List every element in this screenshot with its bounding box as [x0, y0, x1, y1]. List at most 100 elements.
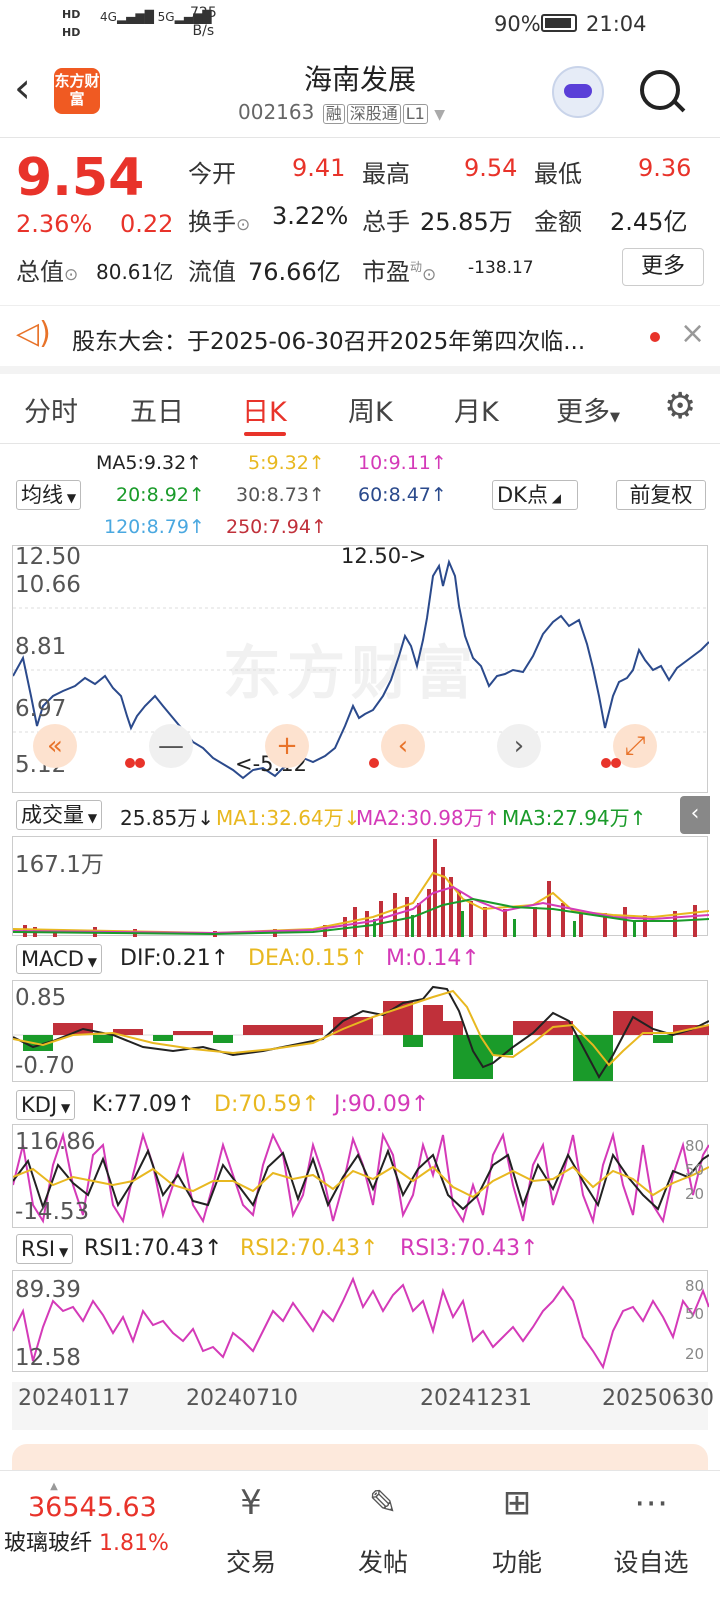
low-value: 9.36	[638, 154, 692, 182]
tab-monthly-k[interactable]: 月K	[454, 390, 499, 429]
rsi-level-50: 50	[685, 1305, 705, 1323]
volume-label: 总手	[362, 208, 410, 236]
pe-label: 市盈动⊙	[362, 258, 437, 286]
dropdown-icon: ▼	[434, 107, 445, 123]
ma-select[interactable]: 均线 ▼	[16, 480, 82, 510]
event-dot	[369, 758, 379, 768]
macd-m: M:0.14↑	[386, 946, 480, 971]
info-icon[interactable]: ⊙	[236, 215, 250, 235]
clock: 21:04	[586, 12, 647, 36]
kdj-j: J:90.09↑	[334, 1092, 430, 1117]
price-axis-4: 6.97	[15, 696, 67, 722]
quote-panel: 9.54 2.36% 0.22 今开 9.41 最高 9.54 最低 9.36 …	[0, 138, 720, 306]
dk-point-select[interactable]: DK点 ◢	[492, 480, 578, 510]
post-button[interactable]: ✎ 发帖	[318, 1471, 448, 1579]
add-watchlist-button[interactable]: ⋯ 设自选	[586, 1471, 716, 1579]
info-icon[interactable]: ⊙	[64, 265, 78, 285]
open-label: 今开	[188, 160, 236, 188]
price-line-chart	[13, 558, 709, 780]
date-axis: 20240117 20240710 20241231 20250630	[12, 1382, 714, 1430]
rsi-select[interactable]: RSI ▼	[16, 1234, 74, 1264]
close-icon[interactable]: ×	[680, 316, 705, 351]
zoom-in-icon[interactable]: +	[265, 724, 309, 768]
tab-minute[interactable]: 分时	[24, 390, 78, 429]
volume-chart[interactable]: 167.1万	[12, 836, 709, 937]
macd-dea: DEA:0.15↑	[248, 946, 369, 971]
tab-weekly-k[interactable]: 周K	[348, 390, 393, 429]
macd-histogram-pos	[53, 1001, 709, 1035]
event-dot	[135, 758, 145, 768]
date-label: 20250630	[602, 1386, 714, 1411]
collapse-panel-button[interactable]: ‹	[680, 796, 710, 834]
level-tag: L1	[402, 104, 428, 124]
robot-assistant-icon[interactable]	[552, 66, 604, 118]
rsi-level-20: 20	[685, 1345, 705, 1363]
mktcap-value: 80.61亿	[96, 260, 174, 284]
zoom-out-icon[interactable]: —	[149, 724, 193, 768]
rsi-2: RSI2:70.43↑	[240, 1236, 379, 1261]
volume-ma2: MA2:30.98万↑	[356, 806, 501, 830]
adjust-select[interactable]: 前复权	[616, 480, 706, 510]
speaker-icon: ◁)	[16, 316, 51, 351]
volume-value: 25.85万	[420, 208, 513, 236]
volume-select[interactable]: 成交量 ▼	[16, 800, 103, 830]
grid-icon: ⊞	[502, 1483, 532, 1523]
stock-header: ‹ 东方财富 海南发展 002163 融深股通 L1 ▼	[0, 48, 720, 138]
gear-icon[interactable]: ⚙	[664, 386, 696, 427]
unread-dot	[650, 332, 660, 342]
tab-daily-k[interactable]: 日K	[242, 390, 287, 429]
kdj-select[interactable]: KDJ ▼	[16, 1090, 76, 1120]
index-ticker[interactable]: ▲ 36545.63 玻璃玻纤 1.81%	[4, 1481, 194, 1557]
macd-select[interactable]: MACD ▼	[16, 944, 102, 974]
trade-button[interactable]: ¥ 交易	[186, 1471, 316, 1579]
tab-more[interactable]: 更多▼	[556, 390, 620, 429]
step-right-icon[interactable]: ›	[497, 724, 541, 768]
kdj-axis-bottom: -14.53	[15, 1199, 90, 1225]
notice-bar[interactable]: ◁) 股东大会：于2025-06-30召开2025年第四次临... ×	[0, 306, 720, 374]
date-label: 20240117	[18, 1386, 130, 1411]
ma5-title: MA5:9.32↑	[96, 452, 203, 474]
macd-chart[interactable]: 0.85 -0.70	[12, 980, 709, 1082]
low-label: 最低	[534, 160, 582, 188]
volume-bars	[13, 839, 709, 937]
change-amount: 0.22	[120, 210, 174, 238]
margin-tag: 融	[322, 104, 345, 124]
connect-tag: 深股通	[346, 104, 401, 124]
tab-five-day[interactable]: 五日	[130, 390, 184, 429]
kdj-level-80: 80	[685, 1137, 705, 1155]
rsi-chart[interactable]: 89.39 12.58 80 50 20	[12, 1270, 709, 1372]
index-name: 玻璃玻纤	[4, 1531, 93, 1556]
rsi-3: RSI3:70.43↑	[400, 1236, 539, 1261]
dropdown-icon: ▼	[610, 410, 620, 425]
scroll-left-icon[interactable]: «	[33, 724, 77, 768]
event-dot	[601, 758, 611, 768]
index-value: 36545.63	[28, 1492, 157, 1523]
date-label: 20241231	[420, 1386, 532, 1411]
kdj-axis-top: 116.86	[15, 1129, 96, 1155]
price-axis-3: 8.81	[15, 634, 67, 660]
more-button[interactable]: 更多	[622, 248, 704, 286]
open-value: 9.41	[292, 154, 346, 182]
amount-value: 2.45亿	[610, 208, 688, 236]
stock-code-row[interactable]: 002163 融深股通 L1 ▼	[238, 100, 445, 124]
kdj-chart[interactable]: 116.86 -14.53 80 50 20	[12, 1124, 709, 1228]
network-speed: 725 B/s	[190, 5, 217, 39]
ma250-value: 250:7.94↑	[226, 516, 327, 538]
kline-chart[interactable]: 东方财富 12.50 10.66 8.81 6.97 5.12 12.50-> …	[12, 544, 709, 793]
max-price-label: 12.50->	[341, 544, 427, 568]
macd-axis-top: 0.85	[15, 985, 67, 1011]
volume-ma3: MA3:27.94万↑	[502, 806, 647, 830]
ma20-value: 20:8.92↑	[116, 484, 205, 506]
rsi-level-80: 80	[685, 1277, 705, 1295]
edit-icon: ✎	[368, 1483, 398, 1523]
float-value: 76.66亿	[248, 258, 341, 286]
ma60-value: 60:8.47↑	[358, 484, 447, 506]
function-button[interactable]: ⊞ 功能	[452, 1471, 582, 1579]
up-arrow-icon: ▲	[50, 1481, 58, 1492]
high-value: 9.54	[464, 154, 518, 182]
info-icon[interactable]: ⊙	[422, 265, 436, 285]
amount-label: 金额	[534, 208, 582, 236]
event-dot	[125, 758, 135, 768]
step-left-icon[interactable]: ‹	[381, 724, 425, 768]
kdj-d: D:70.59↑	[214, 1092, 320, 1117]
